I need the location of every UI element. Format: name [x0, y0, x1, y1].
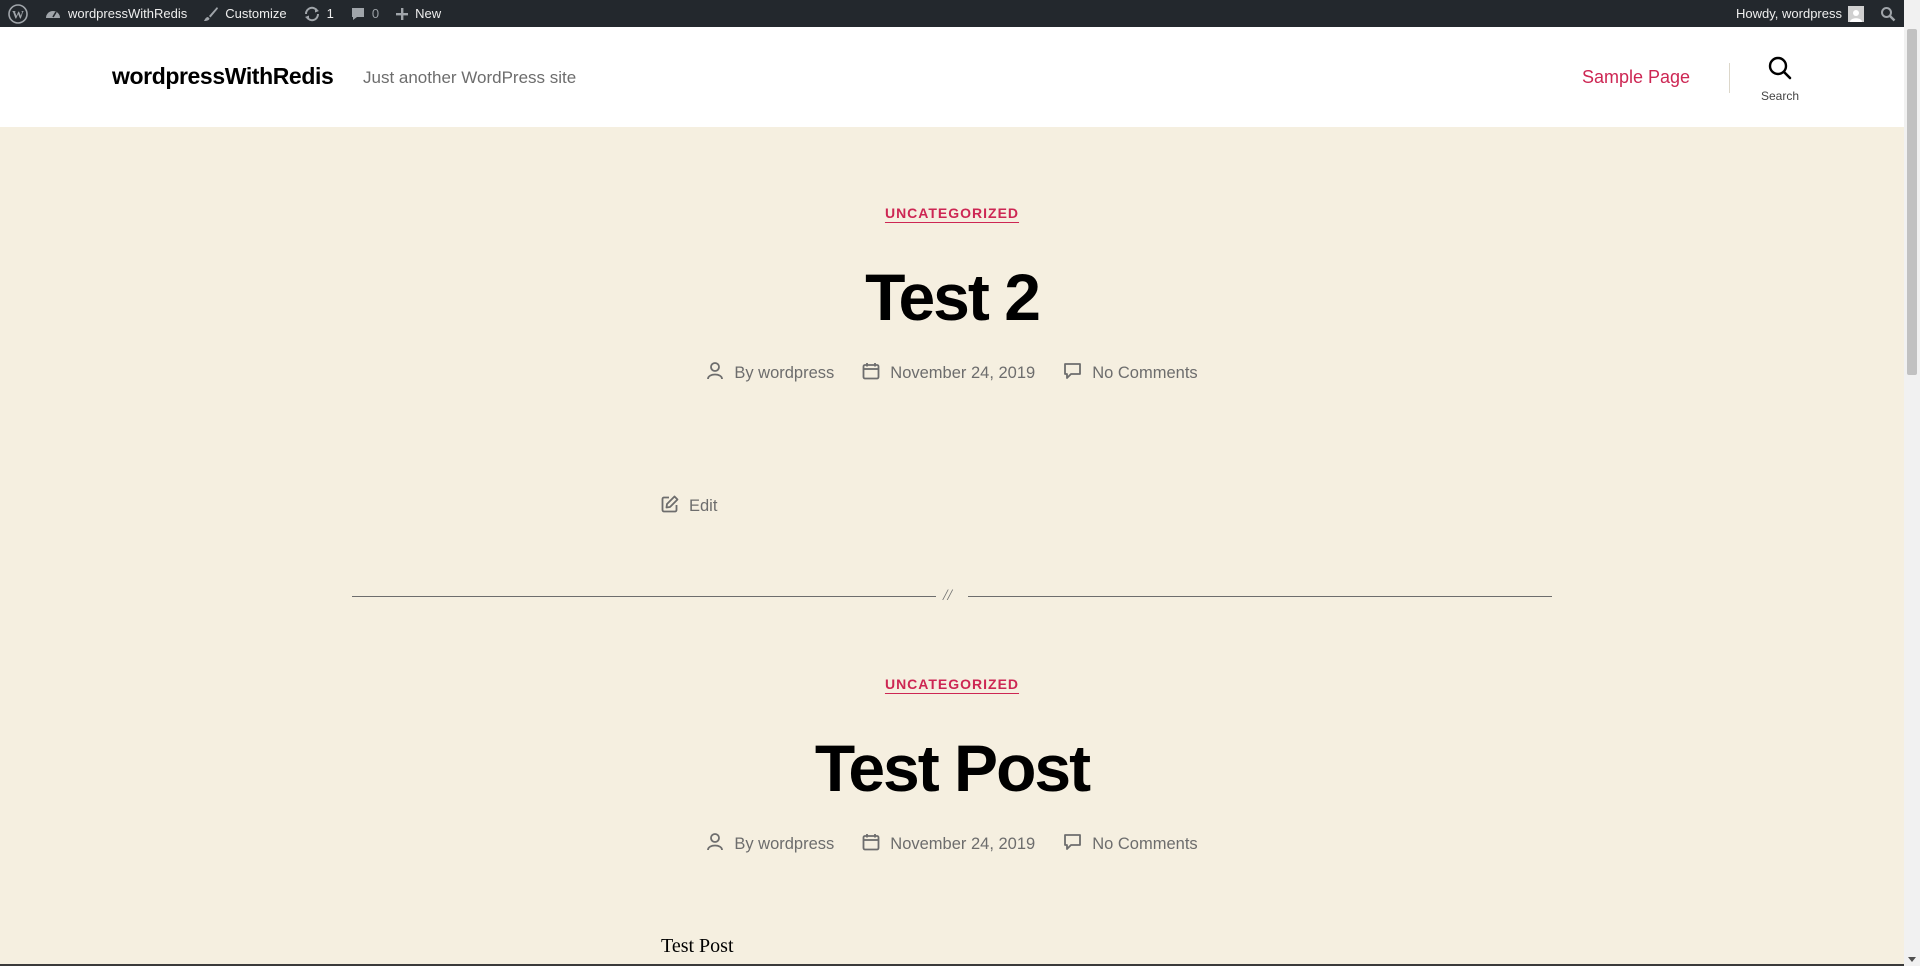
post-category: UNCATEGORIZED	[0, 205, 1904, 221]
separator-line-right	[968, 596, 1552, 597]
separator-slashes: //	[943, 587, 952, 604]
post-date: November 24, 2019	[862, 833, 1035, 856]
updates-count: 1	[326, 6, 334, 21]
comments-count: 0	[371, 6, 380, 21]
admin-bar-updates[interactable]: 1	[295, 0, 342, 27]
date-link[interactable]: November 24, 2019	[890, 364, 1035, 383]
author-link[interactable]: By wordpress	[734, 364, 834, 383]
site-title[interactable]: wordpressWithRedis	[112, 63, 334, 90]
category-link[interactable]: UNCATEGORIZED	[885, 205, 1019, 221]
calendar-icon	[862, 362, 880, 385]
header-divider	[1729, 63, 1730, 93]
nav-item-sample-page[interactable]: Sample Page	[1582, 67, 1690, 88]
search-toggle-button[interactable]: Search	[1752, 55, 1808, 105]
brush-icon	[203, 6, 219, 22]
post-title[interactable]: Test 2	[0, 259, 1904, 335]
post-excerpt: Test Post	[661, 935, 734, 957]
post-category: UNCATEGORIZED	[0, 676, 1904, 692]
admin-bar: W wordpressWithRedis Customize 1 0 New H…	[0, 0, 1904, 27]
post-title[interactable]: Test Post	[0, 730, 1904, 806]
plus-icon	[395, 7, 409, 21]
site-description: Just another WordPress site	[363, 68, 577, 87]
admin-bar-customize[interactable]: Customize	[195, 0, 294, 27]
admin-bar-account[interactable]: Howdy, wordpress	[1728, 0, 1872, 27]
admin-bar-search[interactable]	[1872, 0, 1904, 27]
customize-label: Customize	[225, 6, 287, 21]
dashboard-icon	[44, 6, 62, 22]
admin-bar-site-name[interactable]: wordpressWithRedis	[36, 0, 195, 27]
post-comments: No Comments	[1063, 833, 1198, 856]
admin-bar-comments[interactable]: 0	[342, 0, 387, 27]
main-content: UNCATEGORIZED Test 2 By wordpress Novemb…	[0, 127, 1904, 966]
calendar-icon	[862, 833, 880, 856]
edit-label: Edit	[689, 497, 718, 515]
site-name-label: wordpressWithRedis	[68, 6, 188, 21]
edit-icon	[661, 495, 679, 518]
search-icon	[1880, 6, 1896, 22]
search-icon	[1767, 55, 1793, 86]
site-header: wordpressWithRedis Just another WordPres…	[0, 27, 1904, 127]
comments-link[interactable]: No Comments	[1092, 364, 1197, 383]
wordpress-logo-menu[interactable]: W	[0, 0, 36, 27]
post-author: By wordpress	[706, 832, 834, 857]
page-scrollbar[interactable]	[1904, 0, 1920, 966]
author-link[interactable]: By wordpress	[734, 835, 834, 854]
category-link[interactable]: UNCATEGORIZED	[885, 676, 1019, 692]
scroll-down-arrow-icon[interactable]	[1908, 957, 1916, 962]
post-meta: By wordpress November 24, 2019 No Commen…	[0, 361, 1904, 386]
comment-icon	[1063, 362, 1082, 385]
post-meta: By wordpress November 24, 2019 No Commen…	[0, 832, 1904, 857]
post-author: By wordpress	[706, 361, 834, 386]
comments-link[interactable]: No Comments	[1092, 835, 1197, 854]
person-icon	[706, 361, 724, 386]
new-label: New	[415, 6, 442, 21]
updates-icon	[303, 6, 321, 22]
avatar	[1848, 5, 1864, 22]
scrollbar-thumb[interactable]	[1907, 29, 1917, 375]
search-label: Search	[1760, 89, 1800, 103]
edit-post-link[interactable]: Edit	[661, 495, 717, 518]
post-comments: No Comments	[1063, 362, 1198, 385]
post-separator: //	[352, 587, 1552, 607]
post-date: November 24, 2019	[862, 362, 1035, 385]
comment-bubble-icon	[350, 6, 366, 22]
separator-line-left	[352, 596, 936, 597]
comment-icon	[1063, 833, 1082, 856]
admin-bar-new[interactable]: New	[387, 0, 449, 27]
howdy-label: Howdy, wordpress	[1736, 6, 1842, 21]
svg-text:W: W	[12, 7, 24, 21]
person-icon	[706, 832, 724, 857]
wordpress-logo-icon: W	[8, 3, 28, 24]
date-link[interactable]: November 24, 2019	[890, 835, 1035, 854]
